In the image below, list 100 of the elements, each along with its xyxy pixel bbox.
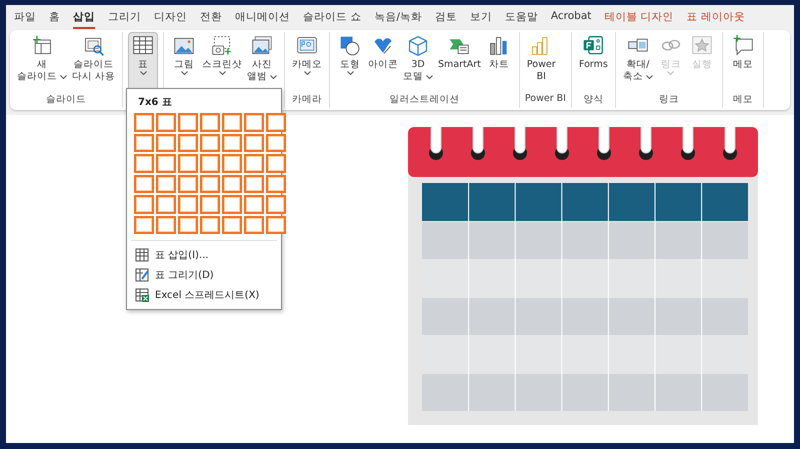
grid-cell[interactable] <box>222 113 242 132</box>
grid-cell[interactable] <box>266 154 286 172</box>
ribbon-button[interactable]: Forms <box>576 32 610 93</box>
caret-icon <box>60 74 67 80</box>
grid-cell[interactable] <box>244 154 264 172</box>
grid-cell[interactable] <box>178 113 198 132</box>
ribbon-button[interactable]: 3D 모델 <box>401 32 436 93</box>
reuse-slide-icon <box>82 35 105 57</box>
grid-cell[interactable] <box>134 174 154 193</box>
grid-cell[interactable] <box>178 195 198 214</box>
ribbon-tab[interactable]: 디자인 <box>154 9 187 29</box>
grid-cell[interactable] <box>156 154 176 172</box>
grid-cell[interactable] <box>156 174 176 193</box>
menu-item[interactable]: 표 삽입(I)... <box>127 245 281 265</box>
menu-item[interactable]: 표 그리기(D) <box>127 265 281 285</box>
shapes-icon <box>339 35 362 57</box>
grid-cell[interactable] <box>178 134 198 152</box>
caret-icon <box>646 74 653 80</box>
cube-icon <box>407 35 430 57</box>
caret-icon <box>180 71 188 76</box>
grid-cell[interactable] <box>134 154 154 172</box>
grid-cell[interactable] <box>178 216 198 234</box>
grid-cell[interactable] <box>244 216 264 234</box>
ribbon-button[interactable]: 확대/ 축소 <box>620 32 655 93</box>
ribbon-button[interactable]: Power BI <box>524 32 558 93</box>
ribbon-button[interactable]: 스크린샷 <box>200 32 244 93</box>
grid-cell[interactable] <box>200 195 220 214</box>
grid-cell[interactable] <box>244 195 264 214</box>
grid-cell[interactable] <box>222 134 242 152</box>
grid-cell[interactable] <box>134 134 154 152</box>
caret-icon <box>667 71 674 76</box>
table-icon <box>132 35 154 57</box>
table-icon <box>135 248 149 262</box>
grid-cell[interactable] <box>244 174 264 193</box>
ribbon-tab[interactable]: Acrobat <box>550 9 592 29</box>
grid-cell[interactable] <box>222 174 242 193</box>
grid-cell[interactable] <box>134 195 154 214</box>
group-label: 슬라이드 <box>45 93 88 107</box>
grid-cell[interactable] <box>200 174 220 193</box>
ribbon-tab[interactable]: 파일 <box>14 9 36 29</box>
ribbon-tab[interactable]: 보기 <box>470 9 492 29</box>
grid-cell[interactable] <box>266 134 286 152</box>
caret-icon <box>426 74 434 80</box>
grid-cell[interactable] <box>200 154 220 172</box>
ribbon-tab[interactable]: 그리기 <box>108 9 141 29</box>
ribbon-tab[interactable]: 슬라이드 쇼 <box>303 9 362 29</box>
grid-cell[interactable] <box>156 134 176 152</box>
ribbon-tab[interactable]: 도움말 <box>504 9 538 29</box>
ribbon-button[interactable]: SmartArt <box>436 32 483 93</box>
ribbon-tab[interactable]: 홈 <box>49 9 60 29</box>
grid-cell[interactable] <box>134 216 154 234</box>
menu-item[interactable]: Excel 스프레드시트(X) <box>127 285 281 305</box>
screenshot-icon <box>211 35 234 57</box>
grid-cell[interactable] <box>266 174 286 193</box>
caret-icon <box>346 71 354 76</box>
grid-cell[interactable] <box>156 216 176 234</box>
grid-cell[interactable] <box>244 134 264 152</box>
ribbon-tab[interactable]: 애니메이션 <box>235 9 290 29</box>
ribbon-button[interactable]: 아이콘 <box>366 32 400 93</box>
grid-cell[interactable] <box>266 216 286 234</box>
grid-cell[interactable] <box>178 154 198 172</box>
caret-icon <box>304 71 311 76</box>
group-label: Power BI <box>524 93 566 106</box>
group-label: 링크 <box>658 93 680 107</box>
ribbon-button[interactable]: 차트 <box>484 32 514 93</box>
group-label: 일러스트레이션 <box>388 93 460 107</box>
grid-cell[interactable] <box>222 154 242 172</box>
ribbon-button[interactable]: 도형 <box>335 32 366 93</box>
ribbon-tab[interactable]: 테이블 디자인 <box>604 9 674 29</box>
ribbon-button[interactable]: 카메오 <box>290 32 324 93</box>
ribbon-tab[interactable]: 검토 <box>434 9 457 29</box>
photo-album-icon <box>251 35 274 57</box>
ribbon-tab[interactable]: 표 레이아웃 <box>686 9 746 29</box>
caret-icon <box>140 71 147 76</box>
grid-cell[interactable] <box>222 195 242 214</box>
grid-cell[interactable] <box>222 216 242 234</box>
grid-cell[interactable] <box>200 216 220 234</box>
menu-title: 7x6 표 <box>137 96 173 110</box>
group-label: 카메라 <box>291 93 324 107</box>
grid-cell[interactable] <box>244 113 264 132</box>
ribbon-tab[interactable]: 녹음/녹화 <box>374 9 422 29</box>
group-label: 메모 <box>732 93 754 107</box>
spreadsheet-icon <box>135 288 149 302</box>
ribbon-tab[interactable]: 전환 <box>200 9 222 29</box>
caret-icon <box>218 71 226 76</box>
ribbon-button[interactable]: 새 슬라이드 <box>15 32 69 93</box>
grid-cell[interactable] <box>266 195 286 214</box>
picture-icon <box>173 35 196 57</box>
group-label: 양식 <box>582 93 604 107</box>
ribbon-button[interactable]: 메모 <box>728 32 758 93</box>
grid-cell[interactable] <box>156 113 176 132</box>
grid-cell[interactable] <box>200 134 220 152</box>
draw-table-icon <box>135 268 149 282</box>
new-slide-icon <box>31 35 53 57</box>
grid-cell[interactable] <box>134 113 154 132</box>
ribbon-button[interactable]: 슬라이드 다시 사용 <box>70 32 118 93</box>
grid-cell[interactable] <box>156 195 176 214</box>
grid-cell[interactable] <box>200 113 220 132</box>
grid-cell[interactable] <box>178 174 198 193</box>
grid-cell[interactable] <box>266 113 286 132</box>
